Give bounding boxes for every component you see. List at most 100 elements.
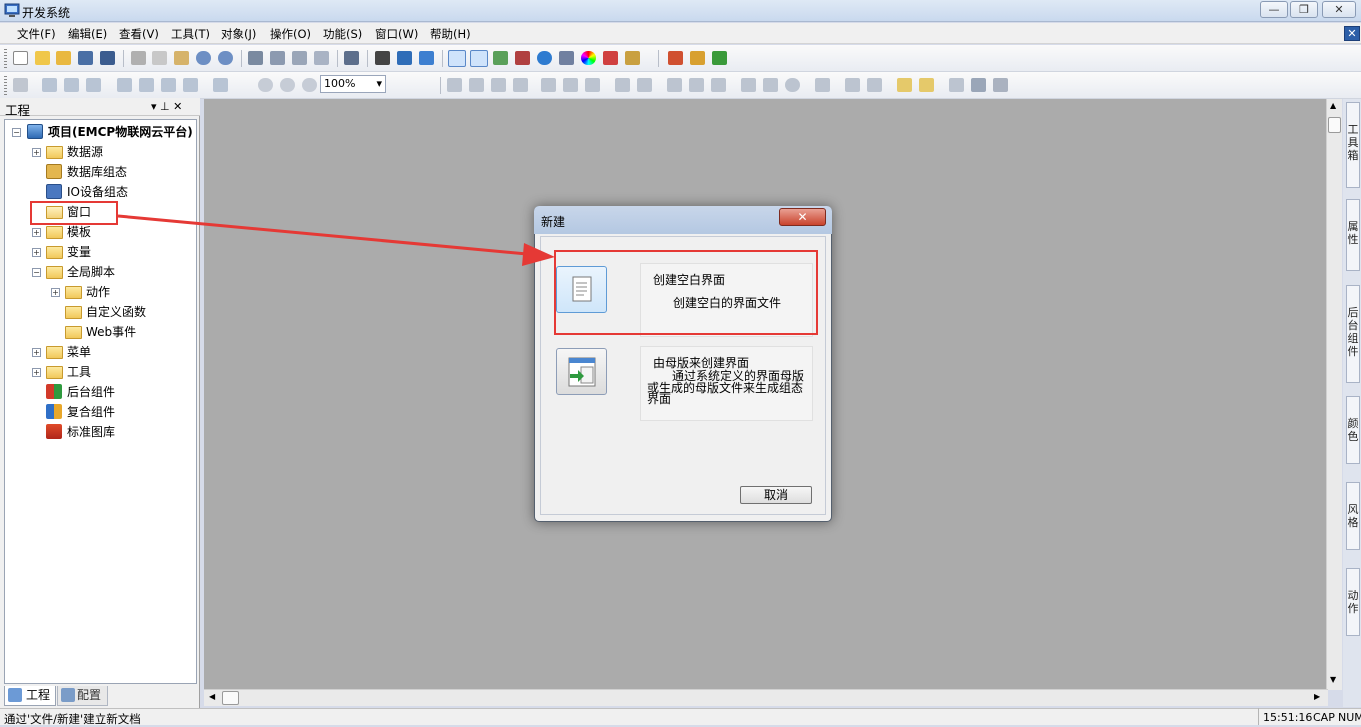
tab-project[interactable]: 工程 [4,686,56,706]
tree-item-web-event[interactable]: Web事件 [86,322,136,342]
component-icon[interactable] [603,51,618,65]
tree-item-composite-component[interactable]: 复合组件 [67,402,115,422]
scroll-thumb-h[interactable] [222,691,239,705]
tab-properties[interactable]: 属性 [1346,199,1360,271]
resize-icon[interactable] [845,78,860,92]
flip-v-icon[interactable] [763,78,778,92]
tree-item-custom-function[interactable]: 自定义函数 [86,302,146,322]
chart-icon[interactable] [493,51,508,65]
menu-object[interactable]: 对象(J) [221,26,256,42]
zoom-out-icon[interactable] [280,78,295,92]
paste-icon[interactable] [174,51,189,65]
menu-function[interactable]: 功能(S) [323,26,362,42]
expand-icon[interactable]: + [32,248,41,257]
ungroup-icon[interactable] [139,78,154,92]
save-icon[interactable] [78,51,93,65]
align-bottom-icon[interactable] [513,78,528,92]
tools-icon[interactable] [515,51,530,65]
tree-item-database[interactable]: 数据库组态 [67,162,127,182]
info-icon[interactable] [537,51,552,65]
cancel-button[interactable]: 取消 [740,486,812,504]
horizontal-scrollbar[interactable]: ◀ ▶ [204,689,1328,706]
mdi-close-button[interactable]: ✕ [1344,26,1360,41]
tree-item-action[interactable]: 动作 [86,282,110,302]
tree-item-datasource[interactable]: 数据源 [67,142,103,162]
menu-file[interactable]: 文件(F) [17,26,56,42]
table-icon[interactable] [314,51,329,65]
grid-icon[interactable] [270,51,285,65]
new-file-icon[interactable] [13,51,28,65]
color-icon[interactable] [581,51,596,65]
same-height-icon[interactable] [689,78,704,92]
tab-style[interactable]: 风格 [1346,482,1360,550]
send-backward-icon[interactable] [919,78,934,92]
lock-icon[interactable] [993,78,1008,92]
bring-forward-icon[interactable] [897,78,912,92]
lock-layer-icon[interactable] [949,78,964,92]
restore-button[interactable]: ❐ [1290,1,1318,18]
space-v-icon[interactable] [637,78,652,92]
library-icon[interactable] [712,51,727,65]
scroll-up-icon[interactable]: ▲ [1330,101,1336,110]
fit-icon[interactable] [867,78,882,92]
find-icon[interactable] [375,51,390,65]
tree-item-variable[interactable]: 变量 [67,242,91,262]
collapse-icon[interactable]: − [12,128,21,137]
toolbar-grip[interactable] [4,49,7,68]
align-right-icon[interactable] [469,78,484,92]
tab-toolbox[interactable]: 工具箱 [1346,102,1360,188]
layer-icon[interactable] [161,78,176,92]
tree-item-io-device[interactable]: IO设备组态 [67,182,128,202]
save-all-icon[interactable] [100,51,115,65]
zoom-icon[interactable] [302,78,317,92]
close-button[interactable]: ✕ [1322,1,1356,18]
tree-item-project[interactable]: 项目(EMCP物联网云平台) [48,122,193,142]
link-icon[interactable] [397,51,412,65]
tree-item-standard-library[interactable]: 标准图库 [67,422,115,442]
add-icon[interactable] [42,78,57,92]
same-size-icon[interactable] [711,78,726,92]
undo-icon[interactable] [196,51,211,65]
download-icon[interactable] [13,78,28,92]
create-from-master-button[interactable] [556,348,607,395]
dialog-close-button[interactable]: ✕ [779,208,826,226]
redo-icon[interactable] [218,51,233,65]
toolbar-grip-2[interactable] [4,76,7,95]
align-left-icon[interactable] [447,78,462,92]
open-folder-icon[interactable] [35,51,50,65]
expand-icon[interactable]: + [51,288,60,297]
menu-help[interactable]: 帮助(H) [430,26,471,42]
display-icon[interactable] [971,78,986,92]
collapse-icon[interactable]: − [32,268,41,277]
script-icon[interactable] [625,51,640,65]
align-top-icon[interactable] [491,78,506,92]
cut-icon[interactable] [131,51,146,65]
device-icon[interactable] [559,51,574,65]
menu-operation[interactable]: 操作(O) [270,26,311,42]
zoom-select[interactable]: 100% ▾ [320,75,386,93]
center-v-icon[interactable] [563,78,578,92]
minimize-button[interactable]: — [1260,1,1288,18]
screen-icon[interactable] [448,50,466,67]
same-width-icon[interactable] [667,78,682,92]
refresh-icon[interactable] [86,78,101,92]
background-component-icon[interactable] [668,51,683,65]
tab-action[interactable]: 动作 [1346,568,1360,636]
center-h-icon[interactable] [541,78,556,92]
tab-colors[interactable]: 颜色 [1346,396,1360,464]
group-icon[interactable] [117,78,132,92]
expand-icon[interactable]: + [32,368,41,377]
front-icon[interactable] [815,78,830,92]
rotate-icon[interactable] [785,78,800,92]
panel-pin-icon[interactable]: ▾ ⊥ ✕ [151,100,182,113]
menu-view[interactable]: 查看(V) [119,26,159,42]
open-icon[interactable] [56,51,71,65]
zoom-in-icon[interactable] [258,78,273,92]
tree-item-background-component[interactable]: 后台组件 [67,382,115,402]
composite-component-icon[interactable] [690,51,705,65]
expand-icon[interactable]: + [32,348,41,357]
tree-item-global-script[interactable]: 全局脚本 [67,262,115,282]
flip-h-icon[interactable] [741,78,756,92]
tab-background-components[interactable]: 后台组件 [1346,285,1360,383]
import-icon[interactable] [248,51,263,65]
